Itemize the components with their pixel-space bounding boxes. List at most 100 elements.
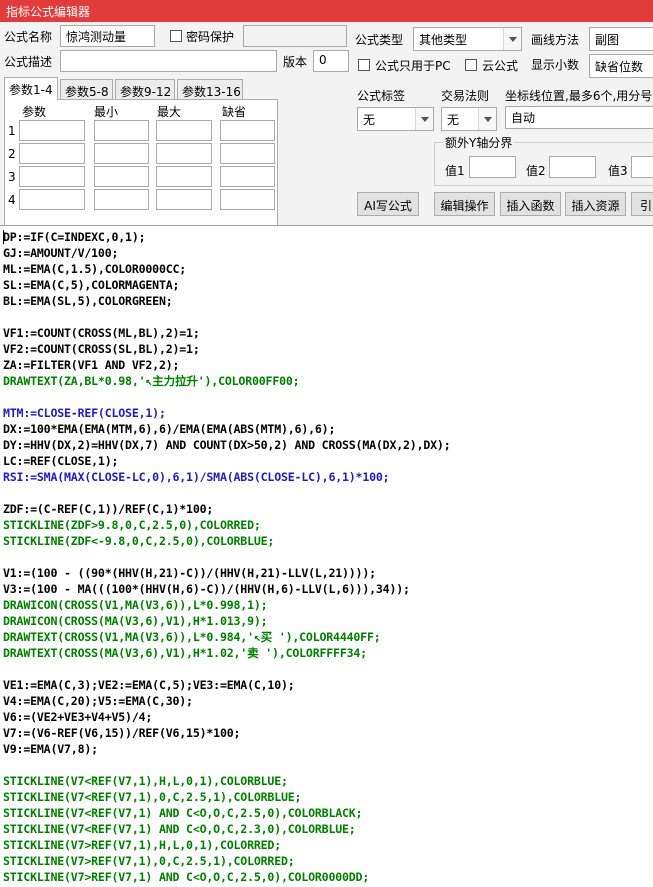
formula-desc-input[interactable] [60,50,277,72]
param-table: 参数 最小 最大 缺省 1 2 3 4 [4,99,278,225]
param-1-name[interactable] [19,120,85,141]
code-line: V7:=(V6-REF(V6,15))/REF(V6,15)*100; [3,726,241,740]
code-line: VF2:=COUNT(CROSS(SL,BL),2)=1; [3,342,200,356]
formula-type-select[interactable]: 其他类型 [413,27,522,51]
code-line: STICKLINE(V7>REF(V7,1),H,L,0,1),COLORRED… [3,838,281,852]
param-row-number: 4 [8,193,16,207]
code-line: DX:=100*EMA(EMA(MTM,6),6)/EMA(EMA(ABS(MT… [3,422,336,436]
value3-label: 值3 [608,164,628,178]
formula-name-label: 公式名称 [4,30,53,44]
tab-params-13-16[interactable]: 参数13-16 [177,79,243,99]
formula-code-editor[interactable]: DP:=IF(C=INDEXC,0,1); GJ:=AMOUNT/V/100; ML… [0,225,653,887]
extra-y-axis-group: 额外Y轴分界 值1 值2 值3 [434,134,653,186]
param-2-min[interactable] [94,143,149,164]
code-line: V3:=(100 - MA(((100*(HHV(H,6)-C))/(HHV(H… [3,582,410,596]
param-1-min[interactable] [94,120,149,141]
draw-method-select[interactable]: 副图 [589,27,653,51]
code-line: STICKLINE(V7<REF(V7,1) AND C<O,O,C,2.3,0… [3,822,356,836]
value2-input[interactable] [549,156,596,178]
code-line: BL:=EMA(SL,5),COLORGREEN; [3,294,173,308]
code-line: ZA:=FILTER(VF1 AND VF2,2); [3,358,180,372]
draw-method-label: 画线方法 [531,33,580,47]
code-line: VF1:=COUNT(CROSS(ML,BL),2)=1; [3,326,200,340]
pc-only-checkbox[interactable] [358,59,370,71]
pc-only-label: 公式只用于PC [375,59,451,73]
code-line: VE1:=EMA(C,3);VE2:=EMA(C,5);VE3:=EMA(C,1… [3,678,295,692]
formula-type-label: 公式类型 [355,33,404,47]
param-1-default[interactable] [220,120,275,141]
value3-input[interactable] [631,156,653,178]
code-line: DRAWTEXT(CROSS(V1,MA(V3,6)),L*0.984,'↖买 … [3,630,381,644]
param-4-name[interactable] [19,189,85,210]
param-4-default[interactable] [220,189,275,210]
insert-function-button[interactable]: 插入函数 [500,192,561,216]
ai-write-button[interactable]: AI写公式 [357,192,419,216]
code-line: DRAWICON(CROSS(MA(V3,6),V1),H*1.013,9); [3,614,268,628]
param-3-default[interactable] [220,166,275,187]
decimals-select[interactable]: 缺省位数 [589,54,653,78]
chevron-down-icon [503,28,521,50]
chevron-down-icon [415,108,433,130]
code-line: RSI:=SMA(MAX(CLOSE-LC,0),6,1)/SMA(ABS(CL… [3,470,390,484]
param-3-max[interactable] [156,166,212,187]
param-4-min[interactable] [94,189,149,210]
code-line: DP:=IF(C=INDEXC,0,1); [3,230,146,244]
param-row-number: 2 [8,147,16,161]
more-button[interactable]: 引 [631,192,653,216]
param-2-default[interactable] [220,143,275,164]
param-row-number: 1 [8,124,16,138]
tag-value: 无 [363,113,376,127]
tag-select[interactable]: 无 [357,107,434,131]
trade-rule-value: 无 [447,113,460,127]
cloud-checkbox[interactable] [465,59,477,71]
password-input[interactable] [243,25,347,47]
version-input[interactable]: 0 [313,50,349,72]
code-line: DY:=HHV(DX,2)=HHV(DX,7) AND COUNT(DX>50,… [3,438,451,452]
code-line: STICKLINE(V7>REF(V7,1),0,C,2.5,1),COLORR… [3,854,295,868]
decimals-value: 缺省位数 [595,60,644,74]
param-4-max[interactable] [156,189,212,210]
param-2-max[interactable] [156,143,212,164]
code-line: DRAWTEXT(ZA,BL*0.98,'↖主力拉升'),COLOR00FF00… [3,374,300,388]
code-line: STICKLINE(V7<REF(V7,1),H,L,0,1),COLORBLU… [3,774,288,788]
code-line: STICKLINE(ZDF<-9.8,0,C,2.5,0),COLORBLUE; [3,534,275,548]
code-line: V4:=EMA(C,20);V5:=EMA(C,30); [3,694,193,708]
value1-label: 值1 [445,164,465,178]
tab-params-9-12[interactable]: 参数9-12 [115,79,175,99]
extra-y-axis-legend: 额外Y轴分界 [443,134,515,151]
password-checkbox[interactable] [170,30,182,42]
value2-label: 值2 [526,164,546,178]
param-3-name[interactable] [19,166,85,187]
tag-label: 公式标签 [357,89,406,103]
insert-resource-button[interactable]: 插入资源 [565,192,626,216]
formula-desc-label: 公式描述 [4,55,53,69]
edit-operation-button[interactable]: 编辑操作 [434,192,495,216]
code-line: V9:=EMA(V7,8); [3,742,98,756]
param-3-min[interactable] [94,166,149,187]
param-row-number: 3 [8,170,16,184]
code-line: STICKLINE(V7<REF(V7,1),0,C,2.5,1),COLORB… [3,790,302,804]
code-line: STICKLINE(V7<REF(V7,1) AND C<O,O,C,2.5,0… [3,806,363,820]
param-1-max[interactable] [156,120,212,141]
param-header-max: 最大 [157,105,182,119]
axis-position-input[interactable]: 自动 [505,106,653,129]
trade-rule-select[interactable]: 无 [441,107,497,131]
code-line: ZDF:=(C-REF(C,1))/REF(C,1)*100; [3,502,214,516]
param-2-name[interactable] [19,143,85,164]
code-line: DRAWICON(CROSS(V1,MA(V3,6)),L*0.998,1); [3,598,268,612]
code-line: ML:=EMA(C,1.5),COLOR0000CC; [3,262,187,276]
settings-panel: 公式名称 惊鸿测动量 密码保护 公式类型 其他类型 画线方法 副图 公式描述 版… [0,22,653,225]
tab-params-1-4[interactable]: 参数1-4 [4,77,58,100]
code-line: GJ:=AMOUNT/V/100; [3,246,119,260]
param-header-default: 缺省 [222,105,247,119]
version-label: 版本 [283,55,308,69]
value1-input[interactable] [469,156,516,178]
cloud-label: 云公式 [482,59,519,73]
param-header-name: 参数 [22,105,47,119]
axis-position-label: 坐标线位置,最多6个,用分号分 [505,89,653,103]
tab-params-5-8[interactable]: 参数5-8 [60,79,113,99]
formula-name-input[interactable]: 惊鸿测动量 [60,25,155,47]
code-line: STICKLINE(V7>REF(V7,1) AND C<O,O,C,2.5,0… [3,870,370,884]
code-line: DRAWTEXT(CROSS(MA(V3,6),V1),H*1.02,'卖 ')… [3,646,367,660]
code-line: STICKLINE(ZDF>9.8,0,C,2.5,0),COLORRED; [3,518,261,532]
